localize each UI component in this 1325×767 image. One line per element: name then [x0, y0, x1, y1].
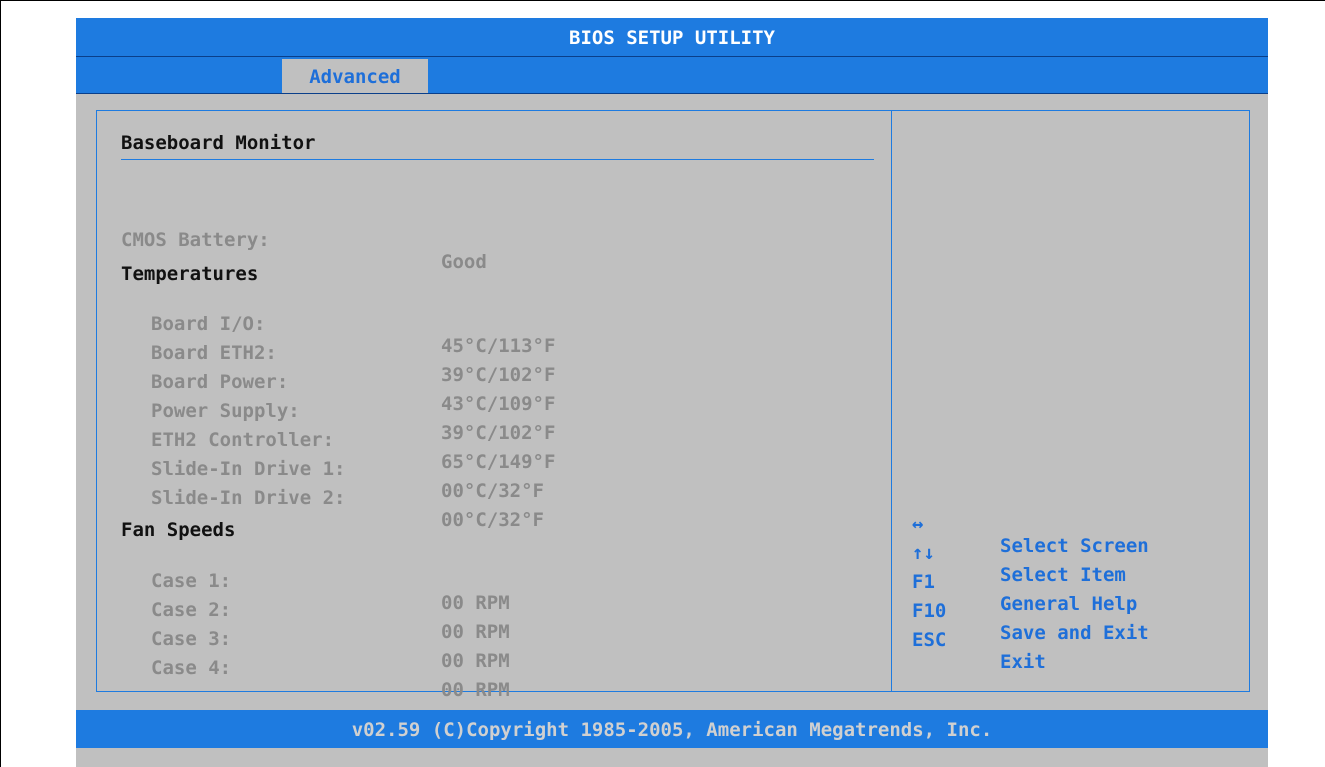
- fan-label: Case 4:: [151, 657, 232, 679]
- frame-top-border: [0, 0, 1325, 1]
- title-divider: [121, 159, 874, 160]
- temperature-value: 39°C/102°F: [441, 364, 556, 386]
- help-key: ESC: [912, 629, 947, 651]
- copyright-footer: v02.59 (C)Copyright 1985-2005, American …: [76, 710, 1268, 748]
- fan-value: 00 RPM: [441, 592, 510, 614]
- temperature-value: 43°C/109°F: [441, 393, 556, 415]
- help-key-description: Save and Exit: [1000, 622, 1149, 644]
- cmos-battery-value: Good: [441, 251, 487, 273]
- temperature-label: Slide-In Drive 2:: [151, 487, 346, 509]
- help-key-description: Select Item: [1000, 564, 1126, 586]
- temperature-value: 39°C/102°F: [441, 422, 556, 444]
- temperature-value: 45°C/113°F: [441, 335, 556, 357]
- temperatures-heading: Temperatures: [121, 263, 259, 285]
- fan-value: 00 RPM: [441, 679, 510, 701]
- cmos-battery-label: CMOS Battery:: [121, 229, 270, 251]
- temperature-value: 00°C/32°F: [441, 509, 544, 531]
- section-title: Baseboard Monitor: [121, 132, 316, 154]
- help-key-row: ESC Exit: [912, 607, 1046, 695]
- fan-value: 00 RPM: [441, 621, 510, 643]
- fan-value: 00 RPM: [441, 650, 510, 672]
- tab-advanced[interactable]: Advanced: [282, 59, 428, 93]
- bios-screen: BIOS SETUP UTILITY Advanced Baseboard Mo…: [76, 18, 1268, 767]
- frame-left-border: [0, 0, 1, 767]
- help-panel: ↔ Select Screen ↑↓ Select Item F1 Genera…: [891, 110, 1250, 692]
- tab-bar: Advanced: [76, 56, 1268, 94]
- temperature-value: 65°C/149°F: [441, 451, 556, 473]
- help-key-description: Exit: [1000, 651, 1046, 673]
- temperature-value: 00°C/32°F: [441, 480, 544, 502]
- help-key-description: General Help: [1000, 593, 1138, 615]
- fan-speeds-heading: Fan Speeds: [121, 519, 236, 541]
- help-key-description: Select Screen: [1000, 535, 1149, 557]
- main-panel: Baseboard Monitor CMOS Battery: Good Tem…: [96, 110, 892, 701]
- bios-title: BIOS SETUP UTILITY: [76, 18, 1268, 56]
